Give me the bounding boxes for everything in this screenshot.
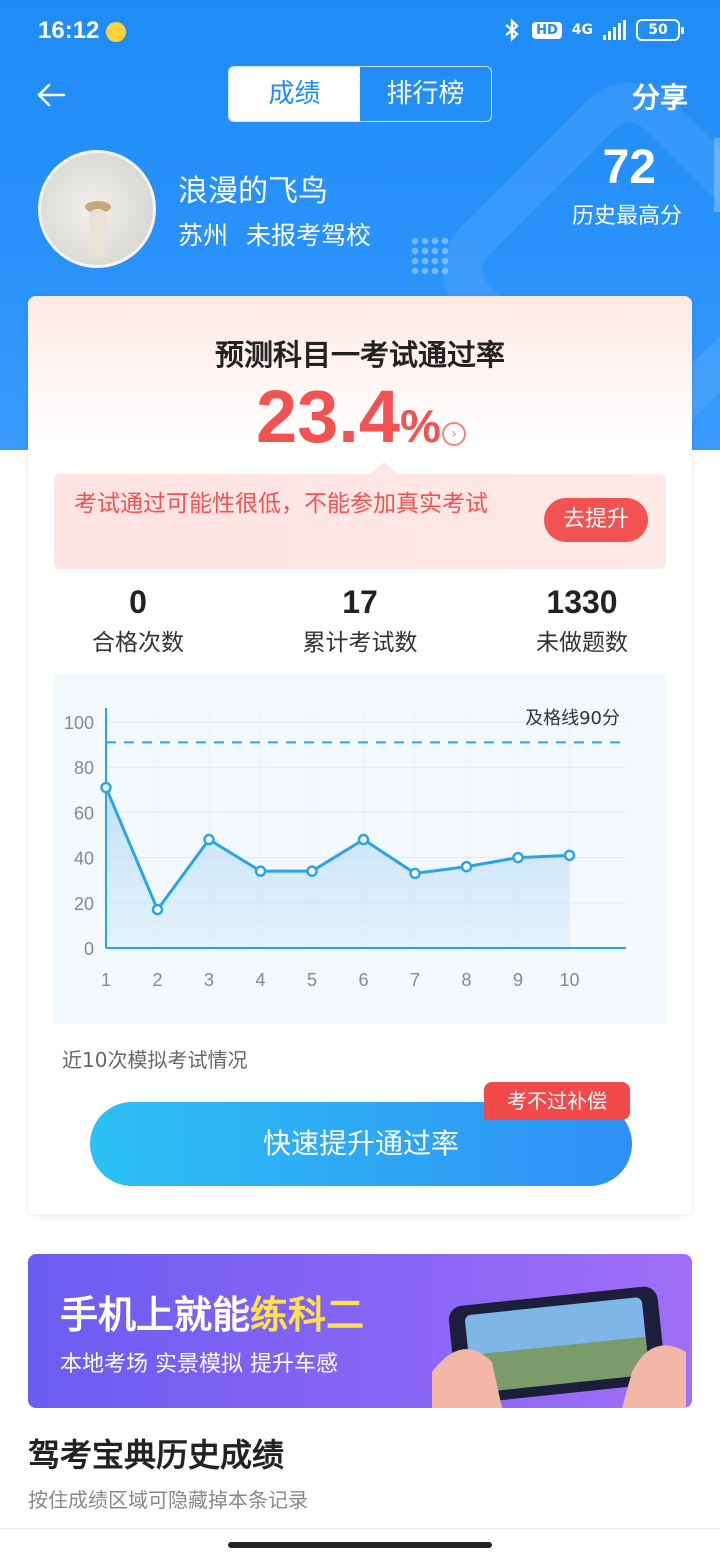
- stat-label: 累计考试数: [302, 630, 418, 656]
- stat-exam-count: 17 累计考试数: [260, 584, 460, 657]
- alert-box: 考试通过可能性很低，不能参加真实考试 去提升: [54, 462, 666, 569]
- status-icons: HD 4G 50: [502, 18, 684, 42]
- status-time: 16:12: [38, 17, 100, 44]
- score-chart-svg: 0 20 40 60 80 100 1 2 3 4 5 6 7 8 9 10 及格线90分: [64, 708, 626, 990]
- data-point: [409, 867, 421, 880]
- share-button[interactable]: 分享: [632, 76, 688, 116]
- scroll-indicator: [714, 138, 720, 212]
- signal-icon: [603, 20, 626, 40]
- y-tick-label: 40: [74, 849, 94, 869]
- banner-title-highlight: 练科二: [250, 1293, 365, 1337]
- data-point: [306, 865, 318, 877]
- score-chart: 0 20 40 60 80 100 1 2 3 4 5 6 7 8 9 10 及格线90分: [54, 674, 666, 1024]
- user-location: 苏州 未报考驾校: [178, 216, 371, 252]
- x-tick-label: 2: [152, 970, 162, 990]
- best-score-label: 历史最高分: [571, 204, 682, 229]
- phone-illustration: [432, 1286, 686, 1408]
- alert-text: 考试通过可能性很低，不能参加真实考试: [74, 491, 488, 517]
- user-city: 苏州: [178, 221, 229, 250]
- tab-ranking[interactable]: 排行榜: [360, 67, 491, 121]
- hd-badge: HD: [532, 21, 562, 39]
- data-point: [254, 865, 267, 877]
- data-point: [100, 781, 112, 794]
- data-point: [512, 851, 524, 864]
- compensation-badge: 考不过补偿: [484, 1082, 630, 1120]
- avatar[interactable]: [38, 150, 156, 268]
- username: 浪漫的飞鸟: [178, 174, 328, 209]
- stat-value: 1330: [546, 584, 618, 620]
- threshold-label: 及格线90分: [525, 708, 620, 729]
- x-tick-label: 3: [204, 970, 214, 990]
- status-bar: 16:12 HD 4G 50: [0, 0, 720, 62]
- notification-icon: [106, 22, 126, 42]
- x-tick-label: 10: [559, 970, 579, 990]
- stat-undone-count: 1330 未做题数: [482, 584, 682, 657]
- home-indicator[interactable]: [228, 1542, 492, 1548]
- promo-banner[interactable]: 手机上就能练科二 本地考场 实景模拟 提升车感: [28, 1254, 692, 1408]
- best-score-value: 72: [602, 141, 656, 194]
- data-point: [357, 833, 370, 846]
- tab-switcher: 成绩 排行榜: [228, 66, 492, 122]
- area-fill: [106, 787, 570, 948]
- history-subtitle: 按住成绩区域可隐藏掉本条记录: [28, 1488, 308, 1512]
- banner-subtitle: 本地考场 实景模拟 提升车感: [60, 1352, 338, 1377]
- battery-icon: 50: [636, 19, 684, 41]
- divider: [0, 1528, 720, 1529]
- y-tick-label: 20: [74, 894, 94, 914]
- data-point: [151, 903, 164, 916]
- prediction-title: 预测科目一考试通过率: [214, 338, 505, 372]
- prediction-value[interactable]: 23.4%: [256, 374, 441, 459]
- tab-score[interactable]: 成绩: [229, 67, 360, 121]
- x-tick-label: 8: [461, 970, 471, 990]
- prediction-number: 23.4: [256, 375, 401, 458]
- data-point: [203, 833, 215, 846]
- stat-value: 0: [129, 584, 147, 620]
- prediction-card: 预测科目一考试通过率 23.4% › 考试通过可能性很低，不能参加真实考试 去提…: [28, 296, 692, 1214]
- x-tick-label: 7: [410, 970, 420, 990]
- stat-label: 合格次数: [92, 630, 184, 656]
- chevron-right-icon[interactable]: ›: [442, 422, 466, 446]
- user-school: 未报考驾校: [246, 221, 372, 250]
- x-tick-label: 9: [513, 970, 523, 990]
- chart-caption: 近10次模拟考试情况: [62, 1048, 248, 1072]
- bluetooth-icon: [505, 18, 519, 42]
- history-title: 驾考宝典历史成绩: [28, 1436, 285, 1474]
- banner-title: 手机上就能练科二: [60, 1284, 364, 1339]
- banner-title-prefix: 手机上就能: [60, 1293, 251, 1337]
- x-tick-label: 1: [101, 970, 111, 990]
- stat-value: 17: [342, 584, 378, 620]
- y-tick-label: 80: [74, 758, 94, 778]
- improve-button[interactable]: 去提升: [544, 498, 648, 542]
- y-tick-label: 0: [84, 939, 94, 959]
- x-tick-label: 4: [255, 970, 265, 990]
- stat-pass-count: 0 合格次数: [38, 584, 238, 657]
- prediction-unit: %: [400, 400, 441, 452]
- data-point: [460, 860, 473, 873]
- x-tick-label: 6: [358, 970, 368, 990]
- avatar-figure: [89, 209, 107, 257]
- y-tick-label: 60: [74, 803, 94, 823]
- back-arrow-icon[interactable]: [34, 78, 68, 112]
- x-tick-label: 5: [307, 970, 317, 990]
- dot-pattern-decoration: [410, 236, 450, 276]
- y-tick-label: 100: [64, 713, 94, 733]
- alert-notch: [370, 462, 398, 474]
- data-point: [563, 849, 576, 862]
- network-type: 4G: [571, 22, 593, 38]
- stat-label: 未做题数: [536, 630, 628, 656]
